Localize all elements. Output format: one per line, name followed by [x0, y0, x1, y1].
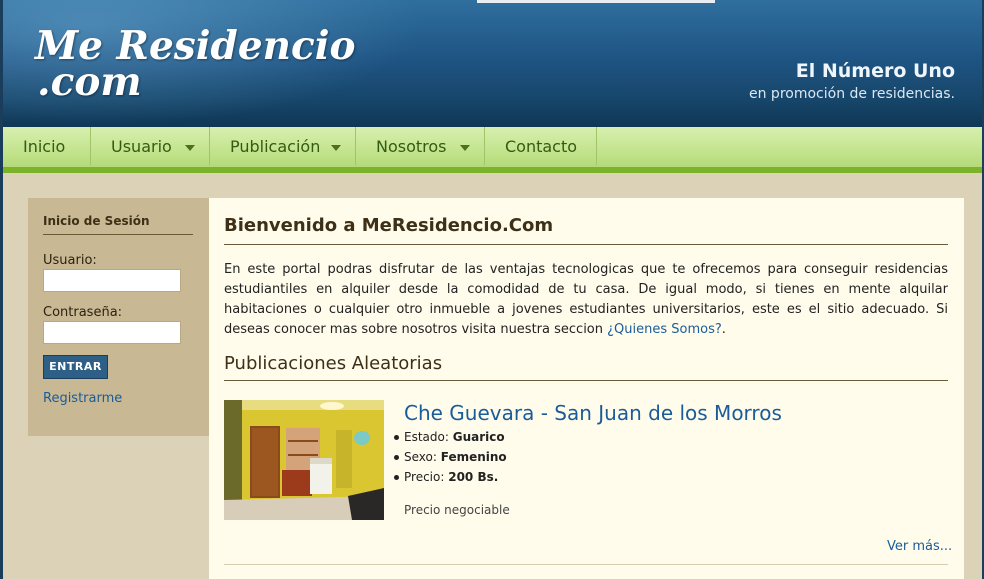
header-top-highlight [477, 0, 715, 3]
register-link[interactable]: Registrarme [43, 391, 122, 406]
random-listings-title: Publicaciones Aleatorias [224, 353, 948, 381]
nav-item-label: Nosotros [376, 137, 447, 156]
password-input[interactable] [43, 321, 181, 344]
about-us-link[interactable]: ¿Quienes Somos? [607, 322, 722, 337]
page-title: Bienvenido a MeResidencio.Com [224, 215, 948, 245]
main-nav: Inicio Usuario Publicación Nosotros Cont… [3, 127, 982, 173]
site-slogan: El Número Uno en promoción de residencia… [749, 60, 955, 102]
listing-estado: Estado: Guarico [392, 428, 507, 448]
sexo-label: Sexo: [404, 450, 441, 464]
listing-title[interactable]: Che Guevara - San Juan de los Morros [404, 401, 782, 425]
estado-label: Estado: [404, 430, 453, 444]
listing-note: Precio negociable [404, 503, 510, 517]
slogan-title: El Número Uno [795, 60, 955, 82]
nav-item-nosotros[interactable]: Nosotros [356, 127, 485, 165]
nav-item-label: Contacto [505, 137, 578, 156]
chevron-down-icon [185, 145, 195, 151]
page-frame: Me Residencio .com El Número Uno en prom… [0, 0, 984, 579]
chevron-down-icon [460, 145, 470, 151]
login-button[interactable]: ENTRAR [43, 355, 108, 379]
login-title: Inicio de Sesión [43, 214, 193, 235]
estado-value: Guarico [452, 430, 505, 444]
intro-text: En este portal podras disfrutar de las v… [224, 262, 948, 337]
username-input[interactable] [43, 269, 181, 292]
listing-precio: Precio: 200 Bs. [392, 468, 507, 488]
listing-photo[interactable] [224, 400, 384, 520]
main-content: Bienvenido a MeResidencio.Com En este po… [209, 198, 964, 579]
chevron-down-icon [331, 145, 341, 151]
nav-item-label: Inicio [23, 137, 66, 156]
precio-value: 200 Bs. [448, 470, 499, 484]
nav-item-usuario[interactable]: Usuario [91, 127, 210, 165]
listing-details: Estado: Guarico Sexo: Femenino Precio: 2… [392, 428, 507, 488]
listing-divider [224, 564, 948, 565]
logo-line-2: .com [37, 59, 142, 105]
slogan-subtitle: en promoción de residencias. [749, 86, 955, 102]
intro-paragraph: En este portal podras disfrutar de las v… [224, 260, 948, 340]
nav-item-label: Usuario [111, 137, 172, 156]
nav-item-publicacion[interactable]: Publicación [210, 127, 356, 165]
precio-label: Precio: [404, 470, 449, 484]
site-header: Me Residencio .com El Número Uno en prom… [3, 0, 982, 127]
nav-item-contacto[interactable]: Contacto [485, 127, 597, 165]
nav-item-inicio[interactable]: Inicio [3, 127, 91, 165]
login-sidebar: Inicio de Sesión Usuario: Contraseña: EN… [28, 198, 209, 436]
see-more-link[interactable]: Ver más... [887, 539, 952, 554]
nav-item-label: Publicación [230, 137, 321, 156]
room-photo-image [224, 400, 384, 520]
site-logo[interactable]: Me Residencio .com [35, 27, 356, 105]
username-label: Usuario: [43, 253, 97, 268]
listing-sexo: Sexo: Femenino [392, 448, 507, 468]
sexo-value: Femenino [440, 450, 507, 464]
password-label: Contraseña: [43, 305, 123, 320]
intro-end: . [721, 322, 726, 337]
